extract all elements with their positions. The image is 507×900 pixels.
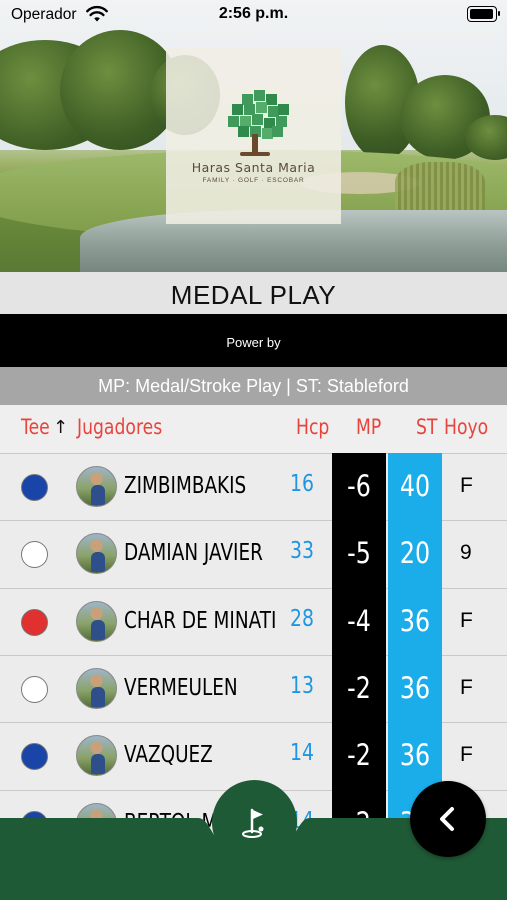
player-hole: 9 [460,541,472,564]
golf-flag-icon [241,808,263,838]
avatar [76,735,117,776]
column-hcp[interactable]: Hcp [296,415,329,439]
player-mp: -4 [347,604,371,638]
status-bar: Operador 2:56 p.m. [0,0,507,30]
player-mp: -2 [347,738,371,772]
column-players[interactable]: Jugadores [77,415,162,439]
chevron-left-icon [440,807,454,831]
tee-color-dot [21,676,48,703]
avatar [76,601,117,642]
avatar [76,668,117,709]
score-legend: MP: Medal/Stroke Play | ST: Stableford [0,367,507,405]
mp-column-background [332,453,386,833]
player-hcp: 16 [290,471,315,497]
player-st: 20 [399,536,431,570]
reeds [395,162,485,212]
player-hole: F [460,609,473,632]
battery-icon [467,6,500,22]
player-mp: -6 [347,469,371,503]
player-name: CHAR DE MINATI [124,608,277,634]
player-hcp: 14 [290,740,315,766]
player-hcp: 33 [290,538,315,564]
tee-color-dot [21,743,48,770]
player-hole: F [460,474,473,497]
player-hole: F [460,743,473,766]
player-st: 40 [399,469,431,503]
back-button[interactable] [410,781,486,857]
player-name: VERMEULEN [124,675,238,701]
st-column-background [388,453,442,833]
avatar [76,466,117,507]
player-mp: -2 [347,671,371,705]
sort-arrow-icon[interactable]: ↑ [53,417,68,438]
header-photo: Haras Santa Maria FAMILY · GOLF · ESCOBA… [0,0,507,272]
tee-color-dot [21,474,48,501]
tee-color-dot [21,541,48,568]
tree-logo-icon [228,90,289,139]
player-name: ZIMBIMBAKIS [124,473,247,499]
golf-button[interactable] [212,780,297,865]
player-hcp: 13 [290,673,315,699]
column-tee[interactable]: Tee [21,415,50,439]
club-logo: Haras Santa Maria FAMILY · GOLF · ESCOBA… [166,48,341,224]
player-st: 36 [399,671,431,705]
player-hole: F [460,676,473,699]
power-by-banner[interactable]: Power by [0,314,507,367]
avatar [76,533,117,574]
column-mp[interactable]: MP [356,415,381,439]
player-hcp: 28 [290,606,315,632]
player-name: DAMIAN JAVIER [124,540,263,566]
table-header: Tee ↑ Jugadores Hcp MP ST Hoyo [0,405,507,453]
page-title: MEDAL PLAY [0,272,507,314]
column-st[interactable]: ST [416,415,437,439]
column-hole[interactable]: Hoyo [444,415,488,439]
player-st: 36 [399,604,431,638]
clock: 2:56 p.m. [218,5,289,22]
player-name: VAZQUEZ [124,742,213,768]
tee-color-dot [21,609,48,636]
logo-name: Haras Santa Maria [191,160,316,175]
player-st: 36 [399,738,431,772]
player-mp: -5 [347,536,371,570]
logo-tagline: FAMILY · GOLF · ESCOBAR [202,177,305,184]
